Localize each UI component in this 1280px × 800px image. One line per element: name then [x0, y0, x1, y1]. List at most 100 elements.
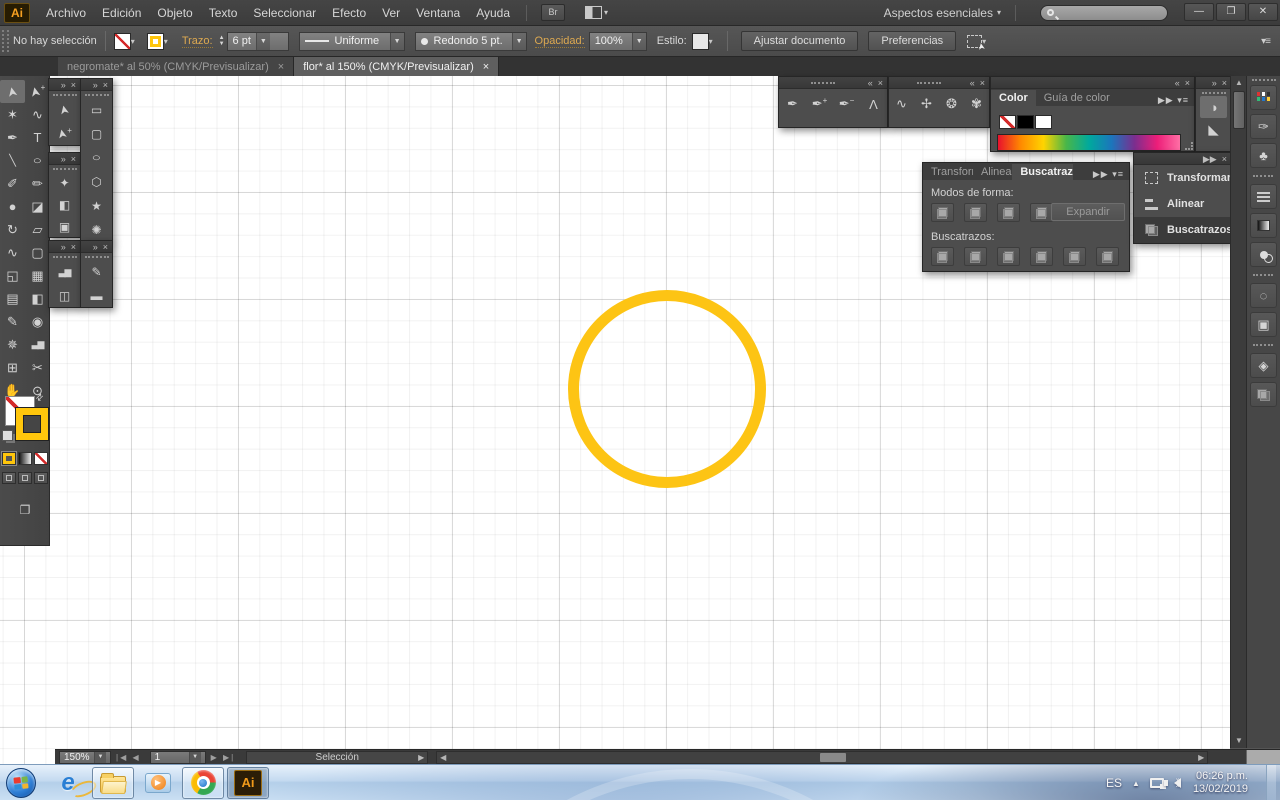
- volume-icon[interactable]: [1174, 778, 1181, 788]
- tab-guia-de-color[interactable]: Guía de color: [1036, 90, 1118, 106]
- line-segment-tool[interactable]: ╲: [0, 149, 25, 172]
- taskbar-illustrator[interactable]: Ai: [227, 767, 269, 799]
- stroke-weight-label[interactable]: Trazo:: [182, 35, 213, 48]
- graphic-styles-panel-icon[interactable]: ▣: [1250, 312, 1277, 337]
- close-icon[interactable]: ×: [71, 242, 76, 252]
- opacity-label[interactable]: Opacidad:: [535, 35, 585, 48]
- swatch-none[interactable]: [999, 115, 1016, 129]
- control-bar-grip[interactable]: [2, 30, 9, 52]
- minimize-button[interactable]: —: [1184, 3, 1214, 21]
- artboards-panel-icon[interactable]: [1250, 382, 1277, 407]
- artboard-navigation-field[interactable]: 1▼: [150, 751, 206, 764]
- stroke-stepper[interactable]: ▲▼: [219, 35, 225, 47]
- collapse-icon[interactable]: »: [1212, 78, 1217, 88]
- column-graph-tool[interactable]: ▃▆: [25, 333, 50, 356]
- tab-close-icon[interactable]: ×: [278, 61, 284, 73]
- perspective-grid-tool[interactable]: ▦: [25, 264, 50, 287]
- start-button[interactable]: [6, 768, 36, 798]
- workspace-dropdown-icon[interactable]: ▾: [997, 8, 1001, 17]
- collapse-icon[interactable]: »: [61, 154, 66, 164]
- dock-drag-handle[interactable]: [1252, 79, 1276, 81]
- horizontal-scrollbar[interactable]: ◀ ▶: [436, 751, 1208, 764]
- draw-normal-button[interactable]: [2, 472, 16, 484]
- pf-outline[interactable]: [1063, 247, 1086, 266]
- width-tool[interactable]: ∿: [889, 91, 914, 117]
- panel-menu-icon[interactable]: ▶▶ ▾≡: [1158, 95, 1194, 106]
- scroll-right-icon[interactable]: ▶: [1195, 752, 1207, 763]
- brushes-panel-icon[interactable]: ✑: [1250, 114, 1277, 139]
- symbol-sprayer-tool[interactable]: ✵: [0, 333, 25, 356]
- close-icon[interactable]: ×: [1222, 154, 1227, 164]
- collapse-icon[interactable]: «: [1175, 78, 1180, 88]
- menu-ayuda[interactable]: Ayuda: [468, 0, 518, 26]
- pf-merge[interactable]: [997, 247, 1020, 266]
- live-paint-bucket-tool[interactable]: ◧: [49, 194, 80, 216]
- style-swatch[interactable]: [692, 33, 709, 50]
- slice-tool[interactable]: ✂: [25, 356, 50, 379]
- collapse-icon[interactable]: ▶▶: [1203, 154, 1217, 164]
- free-transform-tool[interactable]: ▢: [25, 241, 50, 264]
- taskbar-chrome[interactable]: [182, 767, 224, 799]
- opacity-field[interactable]: 100%▼: [589, 32, 647, 51]
- workspace-switcher[interactable]: Aspectos esenciales: [884, 6, 993, 20]
- color-panel-icon[interactable]: ◑: [1200, 96, 1227, 118]
- polygon-tool[interactable]: ⬡: [81, 170, 112, 194]
- add-anchor-point-tool[interactable]: ✒+: [807, 91, 832, 117]
- panel-drag-handle[interactable]: [85, 94, 109, 96]
- collapse-icon[interactable]: »: [61, 242, 66, 252]
- gradient-tool[interactable]: ◧: [25, 287, 50, 310]
- menu-seleccionar[interactable]: Seleccionar: [245, 0, 324, 26]
- search-input[interactable]: [1040, 5, 1168, 21]
- pf-divide[interactable]: [931, 247, 954, 266]
- column-graph-tool[interactable]: ▃▆: [49, 260, 80, 284]
- eraser-tool[interactable]: ◪: [25, 195, 50, 218]
- tab-negromate[interactable]: negromate* al 50% (CMYK/Previsualizar) ×: [58, 57, 294, 76]
- scroll-left-icon[interactable]: ◀: [437, 752, 449, 763]
- collapse-icon[interactable]: »: [93, 242, 98, 252]
- isolate-selection-icon[interactable]: [967, 35, 982, 48]
- yellow-circle-artwork[interactable]: [568, 290, 766, 488]
- dock-item-alinear[interactable]: Alinear: [1134, 191, 1231, 217]
- stroke-panel-icon[interactable]: [1250, 184, 1277, 209]
- show-desktop-button[interactable]: [1266, 765, 1276, 800]
- cube-tool[interactable]: ◫: [49, 284, 80, 308]
- scale-tool[interactable]: ▱: [25, 218, 50, 241]
- live-paint-selection-tool[interactable]: ▣: [49, 216, 80, 238]
- close-icon[interactable]: ×: [71, 154, 76, 164]
- measure-tool[interactable]: ▬: [81, 284, 112, 308]
- close-icon[interactable]: ×: [980, 78, 985, 88]
- panel-drag-handle[interactable]: [85, 256, 109, 258]
- delete-anchor-point-tool[interactable]: ✒−: [834, 91, 859, 117]
- panel-drag-handle[interactable]: [53, 94, 77, 96]
- vertical-scrollbar[interactable]: ▲ ▼: [1230, 76, 1246, 748]
- convert-anchor-point-tool[interactable]: Λ: [861, 91, 886, 117]
- panel-drag-handle[interactable]: [811, 82, 835, 84]
- panel-menu-icon[interactable]: ▶▶ ▾≡: [1093, 169, 1129, 180]
- pf-exclude[interactable]: [1030, 203, 1053, 222]
- swatch-black[interactable]: [1017, 115, 1034, 129]
- shape-builder-tool[interactable]: ✦: [49, 172, 80, 194]
- tab-buscatrazos[interactable]: Buscatrazos: [1012, 164, 1073, 180]
- star-tool[interactable]: ★: [81, 194, 112, 218]
- close-icon[interactable]: ×: [1222, 78, 1227, 88]
- direct-selection-tool[interactable]: ➤+: [49, 122, 80, 146]
- magic-wand-tool[interactable]: ✶: [0, 103, 25, 126]
- appearance-panel-icon[interactable]: ◌: [1250, 283, 1277, 308]
- ellipse-tool[interactable]: ○: [81, 146, 112, 170]
- brush-definition-select[interactable]: Redondo 5 pt.▼: [415, 32, 527, 51]
- zoom-level-select[interactable]: 150%▼: [59, 751, 111, 764]
- horizontal-scrollbar-thumb[interactable]: [820, 753, 846, 762]
- pf-crop[interactable]: [1030, 247, 1053, 266]
- show-hidden-icons[interactable]: ▲: [1132, 779, 1140, 788]
- collapse-icon[interactable]: »: [93, 80, 98, 90]
- eyedropper-tool[interactable]: ✎: [0, 310, 25, 333]
- close-icon[interactable]: ×: [103, 242, 108, 252]
- collapse-icon[interactable]: «: [868, 78, 873, 88]
- panel-resize-grip[interactable]: [1185, 142, 1193, 150]
- warp-tool[interactable]: ✢: [914, 91, 939, 117]
- language-indicator[interactable]: ES: [1106, 776, 1122, 790]
- panel-drag-handle[interactable]: [1202, 92, 1226, 94]
- next-page-icon[interactable]: ▶ ▶|: [211, 753, 236, 762]
- screen-mode-button[interactable]: ❐: [0, 500, 50, 520]
- pf-trim[interactable]: [964, 247, 987, 266]
